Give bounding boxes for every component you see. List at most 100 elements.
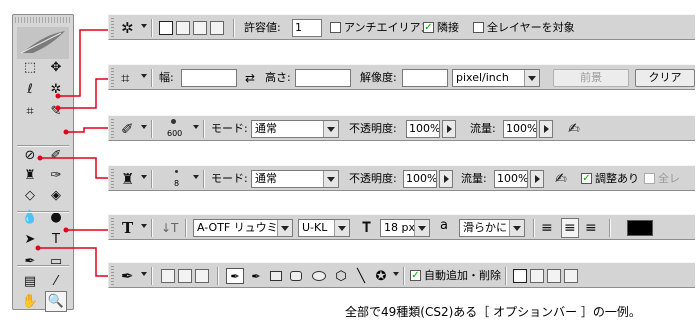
front-image-button[interactable]: 前景 <box>553 69 629 87</box>
bar-grip[interactable] <box>111 218 114 237</box>
freeform-pen-button[interactable]: ✒ <box>249 268 263 284</box>
resolution-input[interactable] <box>402 69 448 87</box>
rounded-rect-shape-button[interactable] <box>289 268 303 284</box>
shape-layers-button[interactable] <box>161 269 175 283</box>
bar-grip[interactable] <box>111 266 114 285</box>
subtract-selection-button[interactable] <box>193 21 207 35</box>
bar-grip[interactable] <box>111 18 114 37</box>
text-orientation-icon[interactable]: ↓T <box>161 218 178 238</box>
lasso-icon[interactable]: ℓ <box>19 79 41 100</box>
rectangle-shape-icon[interactable]: ▭ <box>45 251 67 272</box>
font-size-select[interactable]: 18 px <box>380 219 430 237</box>
chevron-down-icon[interactable] <box>141 224 147 228</box>
add-selection-button[interactable] <box>176 21 190 35</box>
brush-icon[interactable]: ✐ <box>45 145 67 166</box>
mode-select[interactable]: 通常 <box>251 120 339 138</box>
brush-icon[interactable]: ✐ <box>121 119 134 139</box>
auto-add-delete-checkbox[interactable]: ✓ <box>410 270 421 281</box>
chevron-down-icon[interactable] <box>141 175 147 179</box>
add-shape-area-button[interactable] <box>513 269 527 283</box>
move-icon[interactable]: ✥ <box>45 57 67 78</box>
pen-icon[interactable]: ✒ <box>121 266 134 286</box>
all-layers-checkbox[interactable] <box>644 173 655 184</box>
swap-dimensions-icon[interactable]: ⇄ <box>245 71 255 85</box>
text-color-swatch[interactable] <box>627 220 653 236</box>
type-icon[interactable]: T <box>122 218 133 238</box>
chevron-down-icon[interactable] <box>524 70 539 86</box>
polygon-shape-button[interactable]: ⬡ <box>333 268 349 284</box>
chevron-down-icon[interactable] <box>334 220 349 236</box>
history-brush-icon[interactable]: ✑ <box>45 165 67 186</box>
bar-grip[interactable] <box>111 169 114 188</box>
hand-icon[interactable]: ✋ <box>19 291 41 312</box>
flow-slider-button[interactable] <box>530 170 544 188</box>
flow-input[interactable]: 100% <box>494 170 528 188</box>
chevron-down-icon[interactable] <box>193 125 199 129</box>
custom-shape-button[interactable]: ✪ <box>373 268 389 284</box>
chevron-down-icon[interactable] <box>277 220 292 236</box>
opacity-input[interactable]: 100% <box>406 120 440 138</box>
opacity-slider-button[interactable] <box>439 170 453 188</box>
type-icon[interactable]: T <box>45 229 67 250</box>
flow-input[interactable]: 100% <box>503 120 537 138</box>
align-center-icon[interactable]: ≡ <box>561 218 579 238</box>
subtract-shape-area-button[interactable] <box>530 269 544 283</box>
chevron-down-icon[interactable] <box>141 24 147 28</box>
clone-stamp-icon[interactable]: ♜ <box>19 165 41 186</box>
chevron-down-icon[interactable] <box>323 171 338 187</box>
paint-bucket-icon[interactable]: ◈ <box>45 185 67 206</box>
chevron-down-icon[interactable] <box>141 125 147 129</box>
eraser-icon[interactable]: ◇ <box>19 185 41 206</box>
clone-stamp-icon[interactable]: ♜ <box>121 169 134 189</box>
chevron-down-icon[interactable] <box>393 272 399 276</box>
brush-preview-icon[interactable] <box>175 170 178 173</box>
flow-slider-button[interactable] <box>539 120 553 138</box>
resolution-unit-select[interactable]: pixel/inch <box>452 69 540 87</box>
align-left-icon[interactable]: ≡ <box>541 218 553 238</box>
contiguous-checkbox[interactable]: ✓ <box>423 22 434 33</box>
chevron-down-icon[interactable] <box>509 220 524 236</box>
magic-wand-icon[interactable]: ✲ <box>121 18 134 38</box>
align-right-icon[interactable]: ≡ <box>585 218 597 238</box>
chevron-down-icon[interactable] <box>414 220 429 236</box>
rect-marquee-icon[interactable]: ⬚ <box>19 57 41 78</box>
pen-icon[interactable]: ✒ <box>19 251 41 272</box>
chevron-down-icon[interactable] <box>141 272 147 276</box>
aligned-checkbox[interactable]: ✓ <box>581 173 592 184</box>
pen-tool-button[interactable]: ✒ <box>226 268 244 284</box>
slice-icon[interactable]: ✎ <box>45 101 67 122</box>
width-input[interactable] <box>181 69 237 87</box>
airbrush-icon[interactable]: ✍ <box>555 169 567 189</box>
height-input[interactable] <box>295 69 351 87</box>
antialias-select[interactable]: 滑らかに <box>459 219 525 237</box>
ellipse-shape-button[interactable] <box>311 268 327 284</box>
chevron-down-icon[interactable] <box>323 121 338 137</box>
exclude-shape-area-button[interactable] <box>564 269 578 283</box>
font-style-select[interactable]: U-KL <box>298 219 350 237</box>
toolbox-grip[interactable] <box>15 17 71 23</box>
zoom-icon[interactable]: 🔍 <box>45 291 67 312</box>
paths-button[interactable] <box>178 269 192 283</box>
opacity-slider-button[interactable] <box>442 120 456 138</box>
brush-preview-icon[interactable] <box>171 119 176 124</box>
bar-grip[interactable] <box>111 119 114 138</box>
notes-icon[interactable]: ▤ <box>19 271 41 292</box>
magic-wand-icon[interactable]: ✲ <box>45 79 67 100</box>
all-layers-checkbox[interactable] <box>473 22 484 33</box>
crop-icon[interactable]: ⌗ <box>121 68 129 88</box>
mode-select[interactable]: 通常 <box>251 170 339 188</box>
crop-icon[interactable]: ⌗ <box>19 101 41 122</box>
chevron-down-icon[interactable] <box>193 175 199 179</box>
chevron-down-icon[interactable] <box>141 74 147 78</box>
new-selection-button[interactable] <box>159 21 173 35</box>
rectangle-shape-button[interactable] <box>269 268 283 284</box>
path-select-icon[interactable]: ➤ <box>19 229 41 250</box>
intersect-shape-area-button[interactable] <box>547 269 561 283</box>
clear-button[interactable]: クリア <box>635 69 695 87</box>
antialias-checkbox[interactable] <box>330 22 341 33</box>
airbrush-icon[interactable]: ✍ <box>568 119 580 139</box>
font-family-select[interactable]: A-OTF リュウミン <box>193 219 293 237</box>
eyedropper-icon[interactable]: ⁄ <box>45 271 67 292</box>
healing-brush-icon[interactable]: ⊘ <box>19 145 41 166</box>
opacity-input[interactable]: 100% <box>403 170 437 188</box>
